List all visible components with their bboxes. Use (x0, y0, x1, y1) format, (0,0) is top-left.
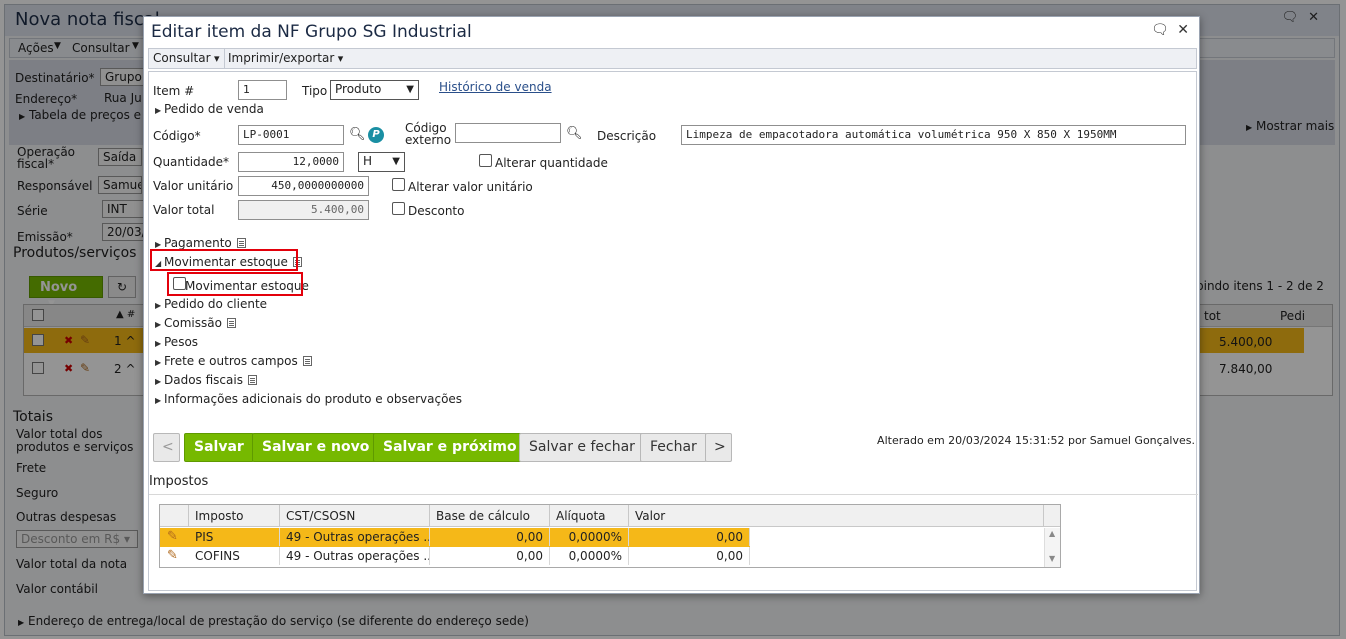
salvar-proximo-button[interactable]: Salvar e próximo (373, 433, 527, 462)
comment-icon[interactable]: 🗨 (1151, 22, 1169, 38)
col-cst: CST/CSOSN (280, 505, 430, 527)
document-icon (247, 375, 257, 385)
tipo-label: Tipo (302, 84, 328, 98)
triangle-right-icon: ▶ (155, 240, 162, 249)
row-valor: 0,00 (629, 547, 750, 565)
col-valor: Valor (629, 505, 1044, 527)
menu-consultar[interactable]: Consultar (153, 51, 220, 65)
item-label: Item # (153, 84, 195, 98)
search-icon[interactable]: 🔍︎ (566, 126, 583, 141)
unidade-select[interactable]: H ▼ (358, 152, 405, 172)
quantidade-label: Quantidade* (153, 155, 230, 169)
produto-info-icon[interactable]: P (368, 127, 384, 143)
col-edit (160, 505, 189, 527)
edit-pencil-icon[interactable]: ✎ (167, 529, 181, 544)
impostos-title: Impostos (149, 474, 209, 489)
row-imposto: COFINS (189, 547, 280, 565)
dialog-body: Item # 1 Tipo Produto ▼ Histórico de vend… (148, 71, 1198, 591)
codigo-externo-input[interactable] (455, 123, 561, 143)
dialog-title: Editar item da NF Grupo SG Industrial (151, 22, 472, 42)
col-base: Base de cálculo (430, 505, 550, 527)
descricao-label: Descrição (597, 129, 657, 143)
triangle-right-icon: ▶ (155, 320, 162, 329)
triangle-right-icon: ▶ (155, 301, 162, 310)
triangle-right-icon: ▶ (155, 106, 162, 115)
row-imposto: PIS (189, 528, 280, 546)
chevron-down-icon: ▼ (392, 156, 400, 167)
alterar-valor-unitario-checkbox[interactable] (392, 178, 405, 191)
codigo-label: Código* (153, 129, 201, 143)
valor-total-input: 5.400,00 (238, 200, 369, 220)
desconto-checkbox[interactable] (392, 202, 405, 215)
row-aliquota: 0,0000% (550, 528, 629, 546)
salvar-novo-button[interactable]: Salvar e novo (252, 433, 380, 462)
menu-imprimir-exportar[interactable]: Imprimir/exportar (228, 51, 343, 65)
row-cst: 49 - Outras operações ... (280, 528, 430, 546)
pedido-venda-section[interactable]: ▶ Pedido de venda (155, 102, 264, 116)
alterar-valor-unitario-label: Alterar valor unitário (408, 180, 533, 194)
item-number-input[interactable]: 1 (238, 80, 287, 100)
scrollbar-header (1044, 505, 1060, 527)
scroll-up-icon[interactable]: ▲ (1049, 529, 1055, 538)
scroll-down-icon[interactable]: ▼ (1049, 554, 1055, 563)
row-valor: 0,00 (629, 528, 750, 546)
frete-section[interactable]: ▶ Frete e outros campos (155, 354, 312, 368)
edit-pencil-icon[interactable]: ✎ (167, 548, 181, 563)
historico-venda-link[interactable]: Histórico de venda (439, 80, 552, 94)
fechar-button[interactable]: Fechar (640, 433, 707, 462)
row-cst: 49 - Outras operações ... (280, 547, 430, 565)
col-imposto: Imposto (189, 505, 280, 527)
valor-unitario-label: Valor unitário (153, 179, 234, 193)
col-aliquota: Alíquota (550, 505, 629, 527)
dialog-menu: Consultar Imprimir/exportar (148, 48, 1197, 69)
edit-item-dialog: Editar item da NF Grupo SG Industrial 🗨 … (143, 16, 1200, 594)
desconto-label: Desconto (408, 204, 465, 218)
info-adicionais-section[interactable]: ▶ Informações adicionais do produto e obs… (155, 392, 462, 406)
search-icon[interactable]: 🔍︎ (349, 127, 366, 142)
vertical-scrollbar[interactable]: ▲ ▼ (1044, 528, 1060, 567)
descricao-input[interactable]: Limpeza de empacotadora automática volum… (681, 125, 1186, 145)
alterado-info: Alterado em 20/03/2024 15:31:52 por Samu… (877, 434, 1195, 447)
codigo-externo-label: Código externo (405, 121, 452, 147)
chevron-down-icon: ▼ (406, 84, 414, 95)
pagamento-section[interactable]: ▶ Pagamento (155, 236, 246, 250)
pedido-cliente-section[interactable]: ▶ Pedido do cliente (155, 297, 267, 311)
comissao-section[interactable]: ▶ Comissão (155, 316, 236, 330)
dados-fiscais-section[interactable]: ▶ Dados fiscais (155, 373, 257, 387)
pesos-section[interactable]: ▶ Pesos (155, 335, 198, 349)
close-icon[interactable]: ✕ (1177, 22, 1189, 38)
previous-button[interactable]: < (153, 433, 180, 462)
row-base: 0,00 (430, 528, 550, 546)
valor-total-label: Valor total (153, 203, 215, 217)
impostos-grid: Imposto CST/CSOSN Base de cálculo Alíquo… (159, 504, 1061, 568)
alterar-quantidade-label: Alterar quantidade (495, 156, 608, 170)
salvar-fechar-button[interactable]: Salvar e fechar (519, 433, 645, 462)
document-icon (226, 318, 236, 328)
alterar-quantidade-checkbox[interactable] (479, 154, 492, 167)
valor-unitario-input[interactable]: 450,0000000000 (238, 176, 369, 196)
tipo-select[interactable]: Produto ▼ (330, 80, 419, 100)
triangle-right-icon: ▶ (155, 339, 162, 348)
salvar-button[interactable]: Salvar (184, 433, 254, 462)
row-base: 0,00 (430, 547, 550, 565)
triangle-right-icon: ▶ (155, 377, 162, 386)
triangle-right-icon: ▶ (155, 358, 162, 367)
next-button[interactable]: > (705, 433, 732, 462)
document-icon (302, 356, 312, 366)
row-aliquota: 0,0000% (550, 547, 629, 565)
highlight-box-checkbox (167, 272, 303, 296)
document-icon (236, 238, 246, 248)
quantidade-input[interactable]: 12,0000 (238, 152, 344, 172)
triangle-right-icon: ▶ (155, 396, 162, 405)
highlight-box-section (150, 249, 298, 271)
codigo-input[interactable]: LP-0001 (238, 125, 344, 145)
